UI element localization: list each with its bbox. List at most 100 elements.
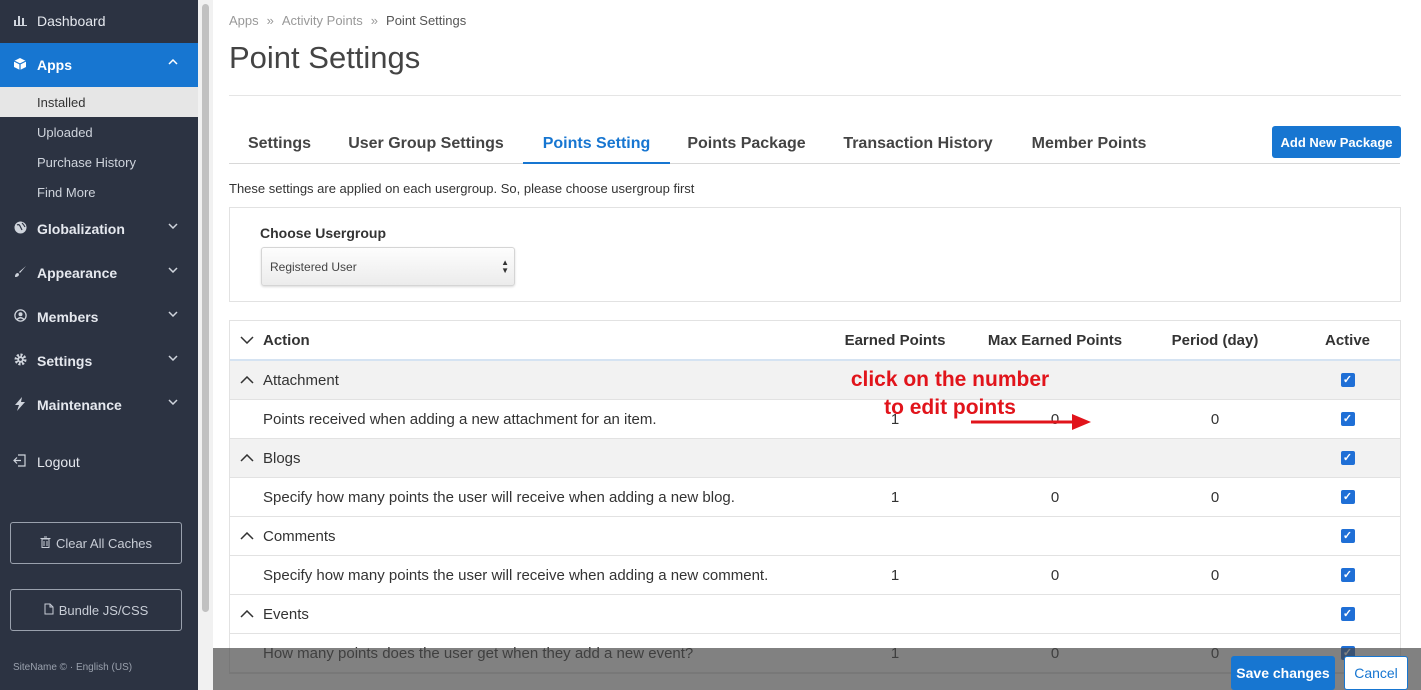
points-table: Action Earned Points Max Earned Points P… <box>229 320 1401 674</box>
chevron-up-icon <box>168 57 178 68</box>
breadcrumb-apps[interactable]: Apps <box>229 13 259 28</box>
group-name: Comments <box>263 527 336 545</box>
chevron-right-icon: » <box>370 13 379 28</box>
group-row-blogs: Blogs ✓ <box>230 439 1400 478</box>
clear-caches-button[interactable]: Clear All Caches <box>10 522 182 564</box>
sidebar-subitem-find-more[interactable]: Find More <box>0 177 198 207</box>
header-earned-points: Earned Points <box>844 331 946 349</box>
chevron-up-icon[interactable] <box>238 517 256 555</box>
breadcrumb-activity-points[interactable]: Activity Points <box>282 13 363 28</box>
add-new-package-button[interactable]: Add New Package <box>1272 126 1401 158</box>
sidebar-subitem-installed[interactable]: Installed <box>0 87 198 117</box>
sidebar-item-label: Settings <box>37 353 93 369</box>
checkmark-icon: ✓ <box>1340 607 1355 621</box>
sidebar-item-maintenance[interactable]: Maintenance <box>0 383 198 427</box>
table-header: Action Earned Points Max Earned Points P… <box>230 321 1400 361</box>
chevron-up-icon[interactable] <box>238 595 256 633</box>
chevron-down-icon <box>168 397 178 408</box>
bolt-icon <box>12 396 28 414</box>
tab-member-points[interactable]: Member Points <box>1013 124 1165 164</box>
group-active-checkbox[interactable]: ✓ <box>1310 517 1385 555</box>
group-name: Attachment <box>263 371 339 389</box>
active-checkbox[interactable]: ✓ <box>1310 556 1385 594</box>
table-row: Specify how many points the user will re… <box>230 556 1400 595</box>
checkmark-icon: ✓ <box>1340 529 1355 543</box>
group-name: Events <box>263 605 309 623</box>
header-action: Action <box>263 331 310 349</box>
breadcrumb-current: Point Settings <box>386 13 467 28</box>
divider <box>229 95 1401 96</box>
checkmark-icon: ✓ <box>1340 568 1355 582</box>
sidebar-item-members[interactable]: Members <box>0 295 198 339</box>
sidebar-item-label: Logout <box>37 454 80 470</box>
scrollbar-thumb[interactable] <box>202 4 209 612</box>
header-period: Period (day) <box>1171 331 1259 349</box>
sidebar-item-label: Maintenance <box>37 397 122 413</box>
sidebar: Dashboard Apps Installed Uploaded Purcha… <box>0 0 198 690</box>
bar-chart-icon <box>12 14 28 29</box>
settings-description: These settings are applied on each userg… <box>229 181 695 196</box>
sidebar-subitem-purchase-history[interactable]: Purchase History <box>0 147 198 177</box>
checkmark-icon: ✓ <box>1340 373 1355 387</box>
select-arrows-icon: ▲ ▼ <box>501 258 509 275</box>
globe-icon <box>12 221 28 237</box>
action-description: Specify how many points the user will re… <box>263 566 769 584</box>
sidebar-item-settings[interactable]: Settings <box>0 339 198 383</box>
main-content: Apps » Activity Points » Point Settings … <box>213 0 1421 690</box>
period-value[interactable]: 0 <box>1150 556 1280 594</box>
active-checkbox[interactable]: ✓ <box>1310 400 1385 438</box>
sidebar-subitem-uploaded[interactable]: Uploaded <box>0 117 198 147</box>
tab-points-package[interactable]: Points Package <box>670 124 823 164</box>
tab-settings[interactable]: Settings <box>229 124 330 164</box>
brush-icon <box>12 265 28 281</box>
sidebar-item-label: Dashboard <box>37 13 106 29</box>
group-active-checkbox[interactable]: ✓ <box>1310 595 1385 633</box>
usergroup-select[interactable]: Registered User ▲ ▼ <box>261 247 515 286</box>
group-name: Blogs <box>263 449 301 467</box>
red-arrow-icon <box>971 414 1091 430</box>
checkmark-icon: ✓ <box>1340 490 1355 504</box>
group-row-comments: Comments ✓ <box>230 517 1400 556</box>
sidebar-item-logout[interactable]: Logout <box>0 440 198 484</box>
tab-transaction-history[interactable]: Transaction History <box>823 124 1013 164</box>
sidebar-item-dashboard[interactable]: Dashboard <box>0 0 198 42</box>
sidebar-item-globalization[interactable]: Globalization <box>0 207 198 251</box>
sidebar-item-label: Globalization <box>37 221 125 237</box>
group-row-events: Events ✓ <box>230 595 1400 634</box>
logout-icon <box>12 454 28 470</box>
sidebar-scrollbar[interactable] <box>198 0 213 690</box>
active-checkbox[interactable]: ✓ <box>1310 478 1385 516</box>
trash-icon <box>40 536 51 551</box>
bundle-jscss-button[interactable]: Bundle JS/CSS <box>10 589 182 631</box>
table-row: Points received when adding a new attach… <box>230 400 1400 439</box>
chevron-down-icon[interactable] <box>238 321 256 359</box>
group-active-checkbox[interactable]: ✓ <box>1310 439 1385 477</box>
earned-points-value[interactable]: 1 <box>830 478 960 516</box>
group-active-checkbox[interactable]: ✓ <box>1310 361 1385 399</box>
chevron-down-icon <box>168 221 178 232</box>
checkmark-icon: ✓ <box>1340 451 1355 465</box>
chevron-up-icon[interactable] <box>238 361 256 399</box>
sidebar-item-label: Appearance <box>37 265 118 281</box>
page-title: Point Settings <box>229 40 421 75</box>
sidebar-item-appearance[interactable]: Appearance <box>0 251 198 295</box>
gear-icon <box>12 353 28 369</box>
max-earned-points-value[interactable]: 0 <box>980 556 1130 594</box>
action-description: Specify how many points the user will re… <box>263 488 735 506</box>
period-value[interactable]: 0 <box>1150 400 1280 438</box>
sidebar-item-apps[interactable]: Apps <box>0 43 198 87</box>
tab-user-group-settings[interactable]: User Group Settings <box>330 124 522 164</box>
cancel-button[interactable]: Cancel <box>1344 656 1408 690</box>
site-footer: SiteName © · English (US) <box>13 662 133 673</box>
max-earned-points-value[interactable]: 0 <box>980 478 1130 516</box>
chevron-down-icon <box>168 309 178 320</box>
period-value[interactable]: 0 <box>1150 478 1280 516</box>
breadcrumb: Apps » Activity Points » Point Settings <box>229 13 466 28</box>
chevron-up-icon[interactable] <box>238 439 256 477</box>
earned-points-value[interactable]: 1 <box>830 556 960 594</box>
tab-points-setting[interactable]: Points Setting <box>523 124 670 164</box>
table-row: Specify how many points the user will re… <box>230 478 1400 517</box>
annotation-line-1: click on the number <box>850 368 1050 391</box>
header-max-earned-points: Max Earned Points <box>987 331 1123 349</box>
save-changes-button[interactable]: Save changes <box>1231 656 1335 690</box>
